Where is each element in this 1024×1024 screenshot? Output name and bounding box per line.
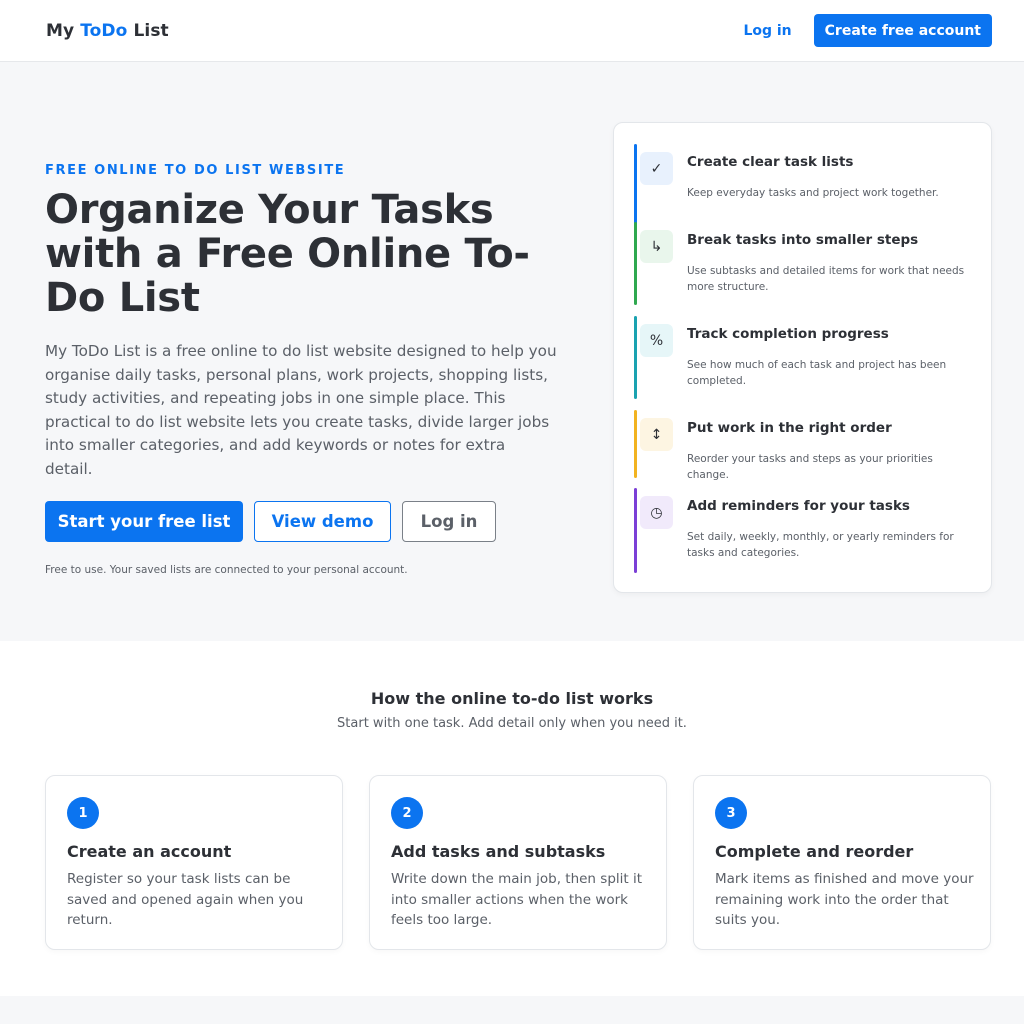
hero-content: FREE ONLINE TO DO LIST WEBSITE Organize … xyxy=(45,163,565,576)
step-number-badge: 1 xyxy=(67,797,99,829)
hero-buttons: Start your free list View demo Log in xyxy=(45,500,565,542)
feature-description: Keep everyday tasks and project work tog… xyxy=(687,187,939,199)
header-login-link[interactable]: Log in xyxy=(743,23,791,39)
feature-item: ✓ Create clear task lists Keep everyday … xyxy=(634,144,984,232)
feature-glyph: ↳ xyxy=(650,238,663,255)
feature-item: ↳ Break tasks into smaller steps Use sub… xyxy=(634,222,984,305)
start-free-list-button[interactable]: Start your free list xyxy=(45,500,243,542)
feature-title: Put work in the right order xyxy=(687,420,892,436)
footer-strip xyxy=(0,996,1024,1024)
hero-note: Free to use. Your saved lists are connec… xyxy=(45,563,408,576)
hero-description: My ToDo List is a free online to do list… xyxy=(45,342,557,478)
step-card: 1 Create an account Register so your tas… xyxy=(45,775,343,950)
logo-text-list: List xyxy=(127,20,169,41)
feature-accent-bar xyxy=(634,488,637,573)
step-card: 3 Complete and reorder Mark items as fin… xyxy=(693,775,991,950)
step-card: 2 Add tasks and subtasks Write down the … xyxy=(369,775,667,950)
step-title: Add tasks and subtasks xyxy=(391,842,606,861)
how-subtitle: Start with one task. Add detail only whe… xyxy=(337,716,687,731)
site-header: My ToDo List Log in Create free account xyxy=(0,0,1024,62)
subtask-arrow-icon: ↳ xyxy=(640,230,673,263)
site-logo[interactable]: My ToDo List xyxy=(46,21,169,41)
feature-description: Set daily, weekly, monthly, or yearly re… xyxy=(687,531,954,559)
feature-title: Track completion progress xyxy=(687,326,889,342)
feature-description: Use subtasks and detailed items for work… xyxy=(687,265,965,293)
step-description: Mark items as finished and move your rem… xyxy=(715,871,974,928)
hero-login-button[interactable]: Log in xyxy=(402,500,496,542)
feature-item: % Track completion progress See how much… xyxy=(634,316,984,399)
header-actions: Log in Create free account xyxy=(743,14,992,47)
logo-text-todo: ToDo xyxy=(80,20,128,41)
feature-glyph: ◷ xyxy=(650,504,663,521)
check-icon: ✓ xyxy=(640,152,673,185)
feature-glyph: ✓ xyxy=(650,160,663,177)
step-number-badge: 2 xyxy=(391,797,423,829)
feature-description: Reorder your tasks and steps as your pri… xyxy=(687,453,933,481)
feature-glyph: % xyxy=(649,332,664,349)
step-title: Create an account xyxy=(67,842,232,861)
feature-title: Break tasks into smaller steps xyxy=(687,232,919,248)
view-demo-button[interactable]: View demo xyxy=(254,500,391,542)
how-title: How the online to-do list works xyxy=(370,689,654,708)
feature-accent-bar xyxy=(634,410,637,478)
hero-section: FREE ONLINE TO DO LIST WEBSITE Organize … xyxy=(0,62,1024,641)
feature-description: See how much of each task and project ha… xyxy=(687,359,947,387)
clock-icon: ◷ xyxy=(640,496,673,529)
step-number-badge: 3 xyxy=(715,797,747,829)
step-description: Register so your task lists can be saved… xyxy=(67,871,304,928)
features-card: ✓ Create clear task lists Keep everyday … xyxy=(613,122,992,593)
hero-eyebrow: FREE ONLINE TO DO LIST WEBSITE xyxy=(45,163,346,178)
feature-accent-bar xyxy=(634,222,637,305)
feature-glyph: ↕ xyxy=(650,426,663,443)
feature-item: ↕ Put work in the right order Reorder yo… xyxy=(634,410,984,481)
percent-icon: % xyxy=(640,324,673,357)
reorder-arrows-icon: ↕ xyxy=(640,418,673,451)
logo-text-my: My xyxy=(46,20,81,41)
step-description: Write down the main job, then split it i… xyxy=(391,871,643,928)
feature-accent-bar xyxy=(634,144,637,232)
hero-title: Organize Your Tasks with a Free Online T… xyxy=(45,187,530,321)
feature-title: Add reminders for your tasks xyxy=(687,498,910,514)
feature-item: ◷ Add reminders for your tasks Set daily… xyxy=(634,488,984,573)
feature-title: Create clear task lists xyxy=(687,154,854,170)
how-it-works-section: How the online to-do list works Start wi… xyxy=(0,641,1024,996)
feature-accent-bar xyxy=(634,316,637,399)
create-account-button[interactable]: Create free account xyxy=(813,14,992,47)
step-title: Complete and reorder xyxy=(715,842,914,861)
